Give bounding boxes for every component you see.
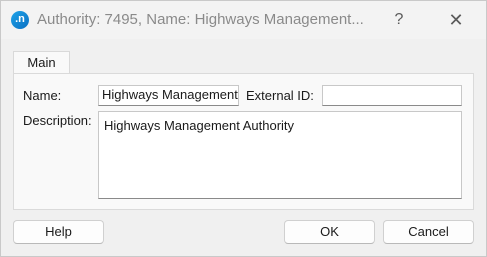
description-field[interactable]: Highways Management Authority [98,111,462,199]
ok-button[interactable]: OK [284,220,375,244]
cancel-button[interactable]: Cancel [383,220,474,244]
dialog-window: .n Authority: 7495, Name: Highways Manag… [0,0,487,257]
app-icon: .n [11,11,29,29]
external-id-label: External ID: [246,88,314,103]
title-bar[interactable]: .n Authority: 7495, Name: Highways Manag… [1,1,486,39]
name-field[interactable]: Highways Management [98,85,239,106]
name-label: Name: [23,88,62,103]
main-tab-panel: Name: Highways Management External ID: D… [13,73,474,210]
close-button[interactable]: ✕ [433,1,479,39]
help-title-button[interactable]: ? [376,1,422,39]
tab-main[interactable]: Main [13,51,70,75]
window-title: Authority: 7495, Name: Highways Manageme… [37,11,364,28]
description-label: Description: [23,113,92,128]
close-icon: ✕ [448,10,464,30]
help-button[interactable]: Help [13,220,104,244]
external-id-field[interactable] [322,85,462,106]
question-icon: ? [394,11,404,28]
